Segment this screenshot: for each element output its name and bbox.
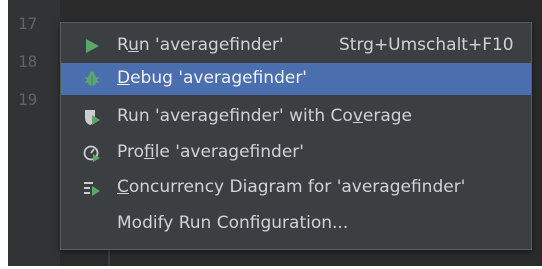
line-number: 18 (18, 52, 38, 71)
menu-item-run[interactable]: Run 'averagefinder' Strg+Umschalt+F10 (61, 30, 531, 62)
menu-item-label: Profile 'averagefinder' (117, 142, 304, 162)
run-context-menu: Run 'averagefinder' Strg+Umschalt+F10 De… (60, 22, 532, 250)
coverage-shield-icon (83, 108, 101, 126)
menu-item-label: Run 'averagefinder' (117, 35, 284, 55)
debug-bug-icon (83, 70, 101, 88)
menu-item-shortcut: Strg+Umschalt+F10 (339, 35, 514, 55)
line-number: 17 (18, 14, 38, 33)
divider (108, 248, 110, 266)
menu-item-debug[interactable]: Debug 'averagefinder' (61, 63, 531, 95)
menu-item-label: Modify Run Configuration... (117, 213, 349, 233)
menu-item-modify-run-configuration[interactable]: Modify Run Configuration... (61, 208, 531, 240)
menu-item-label: Run 'averagefinder' with Coverage (117, 106, 412, 126)
profile-gauge-icon (83, 144, 101, 162)
run-play-icon (83, 37, 101, 55)
menu-item-profile[interactable]: Profile 'averagefinder' (61, 137, 531, 169)
line-number-gutter: 17 18 19 (8, 0, 60, 266)
menu-item-label: Debug 'averagefinder' (117, 68, 307, 88)
menu-item-concurrency-diagram[interactable]: Concurrency Diagram for 'averagefinder' (61, 172, 531, 204)
concurrency-diagram-icon (83, 179, 101, 197)
line-number: 19 (18, 90, 38, 109)
menu-item-run-with-coverage[interactable]: Run 'averagefinder' with Coverage (61, 101, 531, 133)
menu-item-label: Concurrency Diagram for 'averagefinder' (117, 177, 466, 197)
